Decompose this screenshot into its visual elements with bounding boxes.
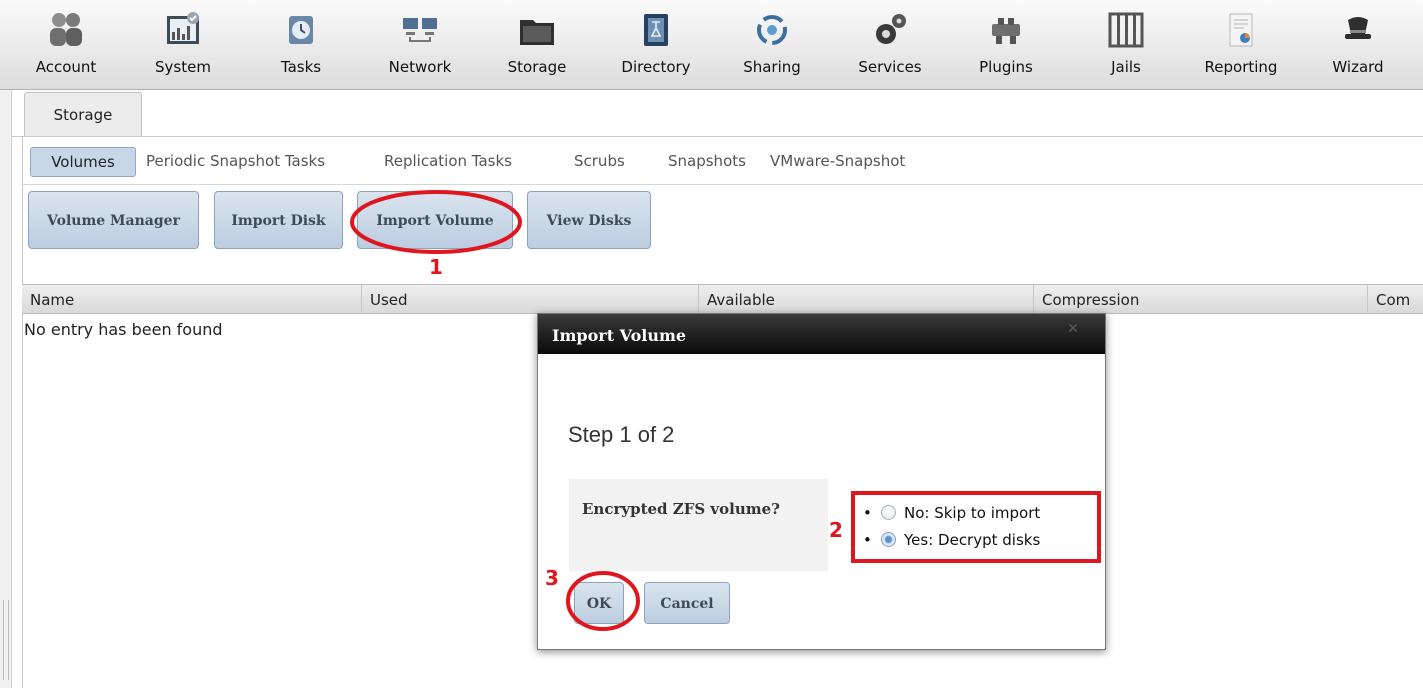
annotation-overlay: [350, 190, 640, 631]
annotation-number-2: 2: [829, 518, 843, 542]
annotation-box-options: [851, 491, 1101, 563]
annotation-number-3: 3: [545, 566, 559, 590]
annotation-circle-import-volume: [350, 190, 522, 254]
annotation-circle-ok: [566, 571, 640, 631]
annotation-number-1: 1: [429, 255, 443, 279]
